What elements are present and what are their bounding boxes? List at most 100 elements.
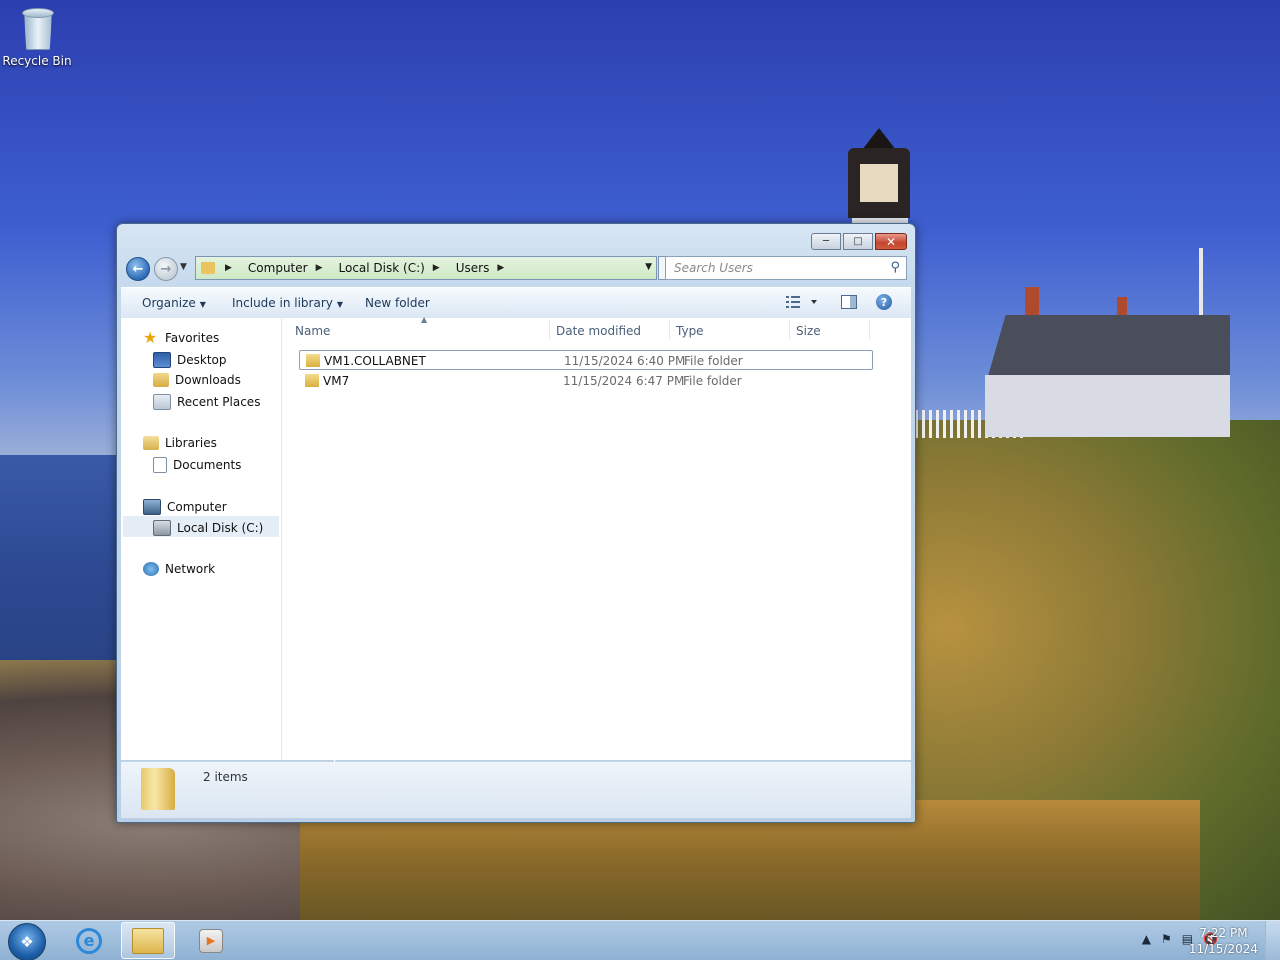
explorer-window[interactable]: ─ □ ✕ ← → ▼ ▶ Computer ▶ Local Disk (C:)… [116,223,916,823]
close-button[interactable]: ✕ [875,233,907,250]
view-details-icon [786,296,817,308]
folder-icon [305,374,319,387]
recent-locations-button[interactable]: ▼ [180,262,187,272]
nav-computer[interactable]: Computer [143,499,227,515]
internet-explorer-icon: e [76,927,102,954]
breadcrumb-separator[interactable]: ▶ [312,263,335,273]
nav-documents[interactable]: Documents [153,457,241,473]
minimize-icon: ─ [822,236,830,247]
file-date-modified: 11/15/2024 6:47 PM [563,374,685,388]
nav-downloads[interactable]: Downloads [153,373,241,387]
details-pane: 2 items [121,761,911,818]
minimize-button[interactable]: ─ [811,233,841,250]
nav-network[interactable]: Network [143,562,215,576]
file-row[interactable]: VM7 11/15/2024 6:47 PM File folder [299,371,873,391]
maximize-button[interactable]: □ [843,233,873,250]
preview-pane-icon [841,295,857,309]
breadcrumb-computer[interactable]: Computer [244,261,312,275]
command-bar: Organize ▼ Include in library ▼ New folder… [121,287,911,319]
column-headers: ▲ Name Date modified Type Size [283,315,911,342]
column-divider[interactable] [669,320,670,340]
recycle-bin-shortcut[interactable]: Recycle Bin [2,4,72,68]
breadcrumb-users[interactable]: Users [452,261,494,275]
search-icon[interactable]: ⚲ [890,260,900,275]
recycle-bin-label: Recycle Bin [2,54,72,68]
help-button[interactable]: ? [876,294,892,310]
chevron-down-icon: ▼ [180,262,187,272]
new-folder-button[interactable]: New folder [365,296,430,310]
breadcrumb-separator[interactable]: ▶ [429,263,452,273]
forward-arrow-icon: → [160,261,172,277]
nav-libraries[interactable]: Libraries [143,436,217,450]
back-button[interactable]: ← [126,257,150,281]
downloads-icon [153,373,169,387]
column-header-size[interactable]: Size [796,324,821,338]
mouse-cursor-icon [333,745,342,765]
back-arrow-icon: ← [132,261,144,277]
show-desktop-button[interactable] [1265,921,1280,960]
hard-drive-icon [153,520,171,536]
column-divider[interactable] [869,320,870,340]
recycle-bin-icon [20,6,54,50]
column-header-date-modified[interactable]: Date modified [556,324,641,338]
show-hidden-icons-button[interactable]: ▲ [1142,932,1151,946]
chevron-down-icon: ▼ [199,300,206,309]
address-bar[interactable]: ▶ Computer ▶ Local Disk (C:) ▶ Users ▶ ▼… [195,256,682,280]
desktop-icon [153,352,171,368]
file-name: VM1.COLLABNET [324,354,426,368]
file-type: File folder [683,374,742,388]
nav-local-disk[interactable]: Local Disk (C:) [153,520,263,536]
content-area: ★ Favorites Desktop Downloads Recent Pla… [121,315,911,760]
start-button[interactable]: ❖ [8,923,46,960]
navigation-pane: ★ Favorites Desktop Downloads Recent Pla… [121,318,282,760]
close-icon: ✕ [885,234,897,249]
taskbar: ❖ e ▶ ▲ ⚑ ▤ 🔇 7:22 PM 11/15/2024 [0,920,1280,960]
taskbar-internet-explorer[interactable]: e [62,922,116,959]
folder-icon [201,262,215,274]
column-header-type[interactable]: Type [676,324,704,338]
file-type: File folder [684,354,743,368]
taskbar-windows-explorer[interactable] [121,922,175,959]
windows-logo-icon: ❖ [20,933,34,951]
folder-icon [141,768,175,810]
search-placeholder: Search Users [674,261,753,275]
media-player-icon: ▶ [199,928,223,953]
libraries-icon [143,436,159,450]
change-view-button[interactable] [786,295,817,309]
forward-button[interactable]: → [154,257,178,281]
documents-icon [153,457,167,473]
chevron-down-icon: ▼ [336,300,344,309]
address-dropdown-button[interactable]: ▼ [645,262,652,272]
chevron-right-icon: ▶ [315,263,323,273]
breadcrumb-local-disk[interactable]: Local Disk (C:) [335,261,429,275]
breadcrumb-separator[interactable]: ▶ [493,263,516,273]
recent-places-icon [153,394,171,410]
file-date-modified: 11/15/2024 6:40 PM [564,354,686,368]
item-count: 2 items [203,770,248,784]
star-icon: ★ [143,328,158,347]
folder-icon [306,354,320,367]
system-clock[interactable]: 7:22 PM 11/15/2024 [1189,925,1258,957]
column-divider[interactable] [789,320,790,340]
help-icon: ? [880,295,888,309]
chevron-right-icon: ▶ [497,263,505,273]
nav-favorites[interactable]: ★ Favorites [143,328,219,347]
taskbar-media-player[interactable]: ▶ [184,922,238,959]
network-icon [143,562,159,576]
preview-pane-button[interactable] [841,295,857,309]
file-name: VM7 [323,374,350,388]
column-divider[interactable] [549,320,550,340]
nav-recent-places[interactable]: Recent Places [153,394,260,410]
search-input[interactable]: Search Users ⚲ [665,256,907,280]
column-header-name[interactable]: Name [295,324,330,338]
breadcrumb-separator[interactable]: ▶ [221,263,244,273]
sort-ascending-icon: ▲ [421,315,428,324]
nav-desktop[interactable]: Desktop [153,352,227,368]
caption-buttons: ─ □ ✕ [811,233,907,250]
action-center-flag-icon[interactable]: ⚑ [1161,932,1172,946]
wallpaper-house [975,287,1230,437]
organize-button[interactable]: Organize ▼ [142,296,206,310]
file-row[interactable]: VM1.COLLABNET 11/15/2024 6:40 PM File fo… [299,350,873,370]
chevron-right-icon: ▶ [432,263,440,273]
include-in-library-button[interactable]: Include in library ▼ [232,296,343,310]
